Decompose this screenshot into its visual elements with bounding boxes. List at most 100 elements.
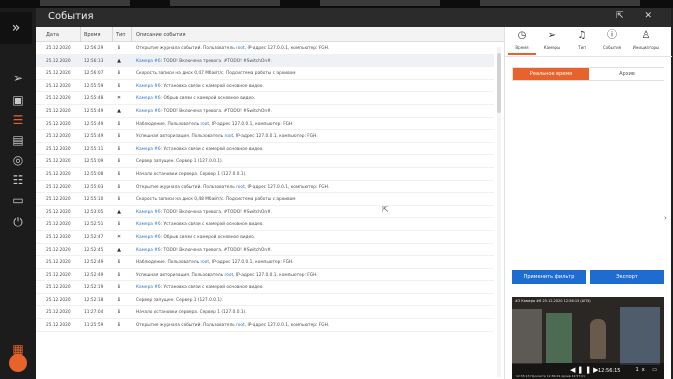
description-text: : Установка связи с камерой основное вид… <box>160 146 264 152</box>
playback-options-icon[interactable]: 1x ▭ <box>636 367 660 373</box>
send-icon[interactable]: ➢ <box>9 70 27 86</box>
description-text: : TODO! Включена тревога. #TODO! #Switch… <box>160 58 273 64</box>
description-link[interactable]: root <box>236 46 245 51</box>
table-row[interactable]: 25.12.2020 12:55:09 ℹ Сервер запущен. Серве… <box>36 155 494 168</box>
table-row[interactable]: 25.12.2020 12:55:10 ℹ Скорость записи на ди… <box>36 193 494 206</box>
app-logo-icon[interactable] <box>9 354 27 372</box>
description-link[interactable]: Камера #6 <box>136 210 161 215</box>
table-row[interactable]: 25.12.2020 12:55:11 ℹ Камера #6: Установка … <box>36 143 494 156</box>
description-link[interactable]: Камера #6 <box>136 285 161 290</box>
document-icon[interactable]: ▤ <box>9 132 27 148</box>
table-row[interactable]: 25.12.2020 12:56:07 ℹ Скорость записи на ди… <box>36 67 494 80</box>
playback-timeline[interactable]: 12:55:15 Просмотр 12:56:29 Архив 12:57:0… <box>516 374 585 378</box>
cell-time: 12:55:49 <box>84 121 104 127</box>
power-icon[interactable]: ⏻ <box>9 214 27 230</box>
description-link[interactable]: root <box>225 134 234 139</box>
table-row[interactable]: 25.12.2020 12:52:19 ℹ Камера #6: Установка … <box>36 281 494 294</box>
description-text: Начало остановки сервера. Сервер 1 (127.… <box>136 310 247 316</box>
table-row[interactable]: 25.12.2020 12:55:49 ▲ Камера #6: TODO! Вклю… <box>36 105 494 118</box>
expand-nav-button[interactable]: » <box>0 12 32 44</box>
tab-events[interactable]: ⓘ События <box>598 29 626 55</box>
apply-filter-button[interactable]: Применить фильтр <box>512 270 586 284</box>
table-row[interactable]: 25.12.2020 12:55:49 ℹ Наблюдение. Пользоват… <box>36 118 494 131</box>
table-row[interactable]: 25.12.2020 12:53:05 ▲ Камера #6: TODO! Вклю… <box>36 206 494 219</box>
alarm-bell-icon: ▲ <box>117 246 121 253</box>
thumbnail <box>320 0 440 6</box>
header-time[interactable]: Время <box>84 32 100 38</box>
description-link[interactable]: root <box>236 185 245 190</box>
description-link[interactable]: Камера #6 <box>136 109 161 114</box>
export-button[interactable]: Экспорт <box>590 270 664 284</box>
cell-date: 25.12.2020 <box>46 310 71 316</box>
cell-description: Открытие журнала событий. Пользователь r… <box>136 323 329 328</box>
chevron-right-icon[interactable]: › <box>664 214 667 222</box>
table-row[interactable]: 25.12.2020 12:52:51 ℹ Камера #6: Установка … <box>36 218 494 231</box>
table-row[interactable]: 25.12.2020 12:52:49 ℹ Наблюдение. Пользоват… <box>36 256 494 269</box>
cell-date: 25.12.2020 <box>46 121 71 127</box>
table-row[interactable]: 25.12.2020 11:27:04 ℹ Начало остановки серв… <box>36 306 494 320</box>
table-row[interactable]: 25.12.2020 12:55:48 ✕ Камера #6: Обрыв связ… <box>36 92 494 105</box>
tab-time[interactable]: ◷ Время <box>508 29 536 55</box>
table-row[interactable]: 25.12.2020 12:52:49 ℹ Успешная авторизация.… <box>36 269 494 282</box>
video-preview[interactable]: #3 Камера #6 25.12.2020 12:56:15 (АПЭ) ◀… <box>512 297 664 379</box>
description-text: Сервер запущен. Сервер 1 (127.0.0.1). <box>136 159 224 165</box>
table-scrollbar[interactable] <box>497 47 501 377</box>
table-row[interactable]: 25.12.2020 12:55:59 ℹ Камера #6: Установка … <box>36 80 494 93</box>
column-divider[interactable] <box>80 27 81 42</box>
shelf-image <box>512 309 542 364</box>
description-link[interactable]: root <box>200 122 209 127</box>
table-row[interactable]: 25.12.2020 12:52:45 ▲ Камера #6: TODO! Вклю… <box>36 244 494 257</box>
header-type[interactable]: Тип <box>116 32 126 38</box>
video-icon[interactable]: ▣ <box>9 92 27 108</box>
column-divider[interactable] <box>112 27 113 42</box>
events-list-icon[interactable]: ☰ <box>9 112 27 128</box>
monitor-icon[interactable]: ▭ <box>9 192 27 208</box>
app: » ➢ ▣ ☰ ▤ ◎ ☷ ▭ ⏻ ▦ События ⇱ ✕ Дата Вре… <box>0 0 673 379</box>
tab-initiators[interactable]: ♙ Инициаторы <box>628 29 664 55</box>
description-link[interactable]: root <box>225 273 234 278</box>
header-date[interactable]: Дата <box>46 32 59 38</box>
column-divider[interactable] <box>131 27 132 42</box>
table-row[interactable]: 25.12.2020 12:55:08 ℹ Начало остановки серв… <box>36 168 494 181</box>
description-link[interactable]: Камера #6 <box>136 96 161 101</box>
mode-archive-button[interactable]: Архив <box>589 68 665 80</box>
scrollbar-thumb[interactable] <box>497 53 501 113</box>
sliders-icon[interactable]: ☷ <box>9 172 27 188</box>
description-text: Открытие журнала событий. Пользователь <box>136 323 237 329</box>
table-row[interactable]: 25.12.2020 12:55:03 ℹ Открытие журнала собы… <box>36 181 494 194</box>
table-row[interactable]: 25.12.2020 12:52:18 ℹ Сервер запущен. Серве… <box>36 294 494 307</box>
circle-icon[interactable]: ◎ <box>9 152 27 168</box>
cell-description: Камера #6: Установка связи с камерой осн… <box>136 222 264 227</box>
description-link[interactable]: root <box>200 260 209 265</box>
mode-realtime-button[interactable]: Реальное время <box>513 68 589 80</box>
play-controls-icon[interactable]: ◀❚❚▶ <box>570 366 601 374</box>
info-icon: ℹ <box>118 259 120 266</box>
cell-date: 25.12.2020 <box>46 197 71 203</box>
window-titlebar: События ⇱ ✕ <box>36 8 671 27</box>
table-row[interactable]: 25.12.2020 12:52:47 ✕ Камера #6: Обрыв связ… <box>36 231 494 244</box>
header-description[interactable]: Описание события <box>136 32 185 38</box>
table-row[interactable]: 25.12.2020 12:56:13 ▲ Камера #6: TODO! Вклю… <box>36 54 494 68</box>
description-link[interactable]: Камера #6 <box>136 222 161 227</box>
description-link[interactable]: root <box>236 323 245 328</box>
tab-cameras[interactable]: ➢ Камеры <box>538 29 566 55</box>
description-link[interactable]: Камера #6 <box>136 235 161 240</box>
alarm-bell-icon: ▲ <box>117 57 121 64</box>
description-link[interactable]: Камера #6 <box>136 59 161 64</box>
description-text: Наблюдение. Пользователь <box>136 121 201 127</box>
description-link[interactable]: Камера #6 <box>136 84 161 89</box>
tab-type[interactable]: ♫ Тип <box>568 29 596 55</box>
cell-date: 25.12.2020 <box>46 297 71 303</box>
description-text: Успешная авторизация. Пользователь <box>136 272 225 278</box>
cell-date: 25.12.2020 <box>46 272 71 278</box>
cell-time: 12:52:19 <box>84 285 104 291</box>
table-row[interactable]: 25.12.2020 12:55:49 ℹ Успешная авторизация.… <box>36 130 494 143</box>
cell-time: 12:52:45 <box>84 247 104 253</box>
description-link[interactable]: Камера #6 <box>136 147 161 152</box>
description-link[interactable]: Камера #6 <box>136 248 161 253</box>
table-row[interactable]: 25.12.2020 11:25:59 ℹ Открытие журнала собы… <box>36 319 494 332</box>
description-text: , IP-адрес 127.0.0.1, компьютер: FGH. <box>209 260 294 266</box>
playback-time: 12:56:15 <box>598 368 621 374</box>
window-controls[interactable]: ⇱ ✕ <box>616 11 661 21</box>
table-row[interactable]: 25.12.2020 12:56:29 ℹ Открытие журнала собы… <box>36 42 494 55</box>
